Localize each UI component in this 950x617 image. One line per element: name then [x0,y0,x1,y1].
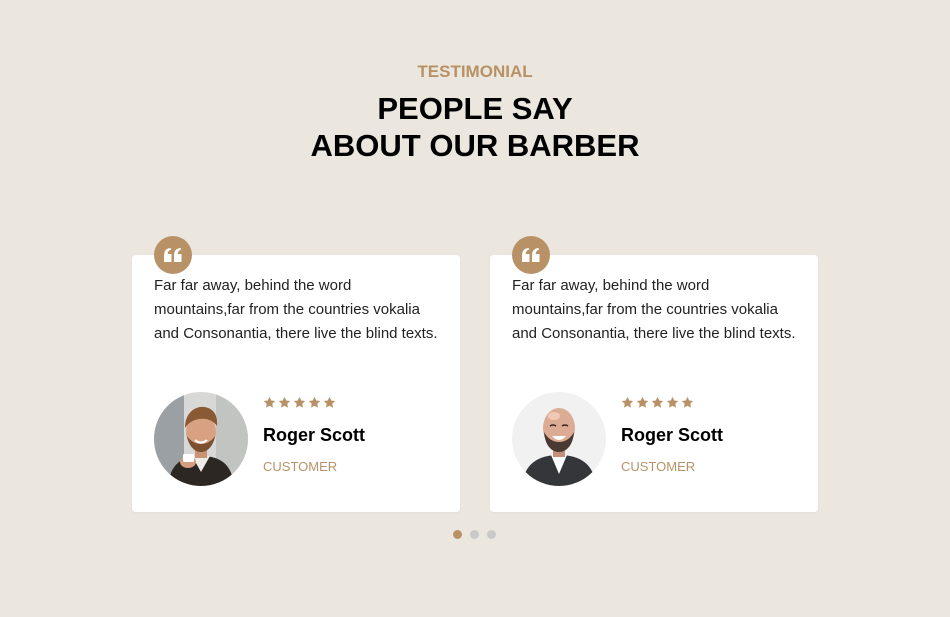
star-icon [621,396,634,408]
star-icon [323,396,336,408]
rating-stars [263,396,336,409]
star-icon [263,396,276,408]
section-title: PEOPLE SAY ABOUT OUR BARBER [0,90,950,164]
star-icon [666,396,679,408]
star-icon [293,396,306,408]
quote-icon [154,236,192,274]
star-icon [278,396,291,408]
section-eyebrow: TESTIMONIAL [417,62,533,81]
customer-role: CUSTOMER [263,459,338,474]
carousel-pagination [453,530,496,539]
star-icon [651,396,664,408]
quote-icon [512,236,550,274]
section-title-line-1: PEOPLE SAY [377,91,573,126]
carousel-dot-3[interactable] [487,530,496,539]
testimonial-text: Far far away, behind the word mountains,… [512,277,796,342]
testimonial-section: TESTIMONIAL PEOPLE SAY ABOUT OUR BARBER … [0,0,950,617]
customer-name: Roger Scott [263,425,366,445]
avatar [512,392,606,486]
carousel-dot-2[interactable] [470,530,479,539]
star-icon [636,396,649,408]
carousel-dot-1[interactable] [453,530,462,539]
testimonial-text: Far far away, behind the word mountains,… [154,277,438,342]
avatar [154,392,248,486]
section-title-line-2: ABOUT OUR BARBER [310,128,640,163]
testimonial-card: Far far away, behind the word mountains,… [490,236,818,512]
testimonial-card: Far far away, behind the word mountains,… [132,236,460,512]
star-icon [681,396,694,408]
star-icon [308,396,321,408]
customer-role: CUSTOMER [621,459,696,474]
rating-stars [621,396,694,409]
customer-name: Roger Scott [621,425,724,445]
